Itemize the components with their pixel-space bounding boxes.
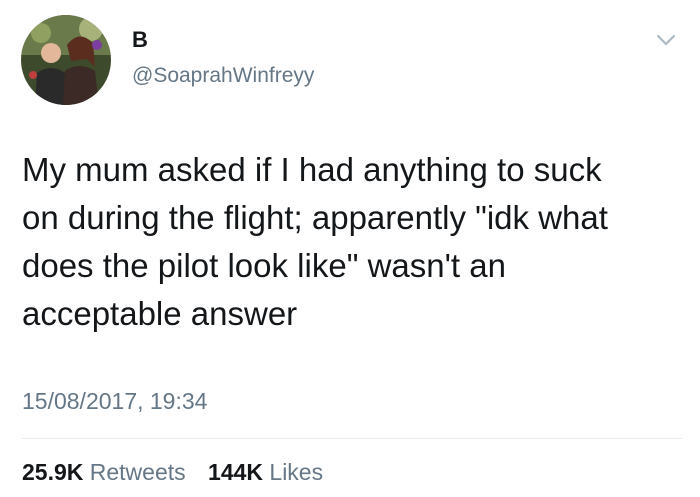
avatar-photo (21, 15, 111, 105)
retweets-stat[interactable]: 25.9K Retweets (22, 458, 186, 486)
tweet-timestamp[interactable]: 15/08/2017, 19:34 (22, 387, 207, 415)
likes-stat[interactable]: 144K Likes (208, 458, 323, 486)
user-handle[interactable]: @SoaprahWinfreyy (132, 63, 314, 89)
chevron-down-icon[interactable] (654, 30, 678, 50)
tweet-text: My mum asked if I had anything to suck o… (22, 151, 608, 332)
display-name[interactable]: B (132, 27, 148, 53)
retweets-count: 25.9K (22, 459, 84, 485)
likes-label: Likes (269, 459, 324, 485)
likes-count: 144K (208, 459, 264, 485)
retweets-label: Retweets (89, 459, 186, 485)
avatar[interactable] (21, 15, 111, 105)
tweet-card: B @SoaprahWinfreyy My mum asked if I had… (0, 0, 700, 497)
tweet-stats: 25.9K Retweets 144K Likes (22, 458, 339, 486)
divider (22, 438, 682, 439)
